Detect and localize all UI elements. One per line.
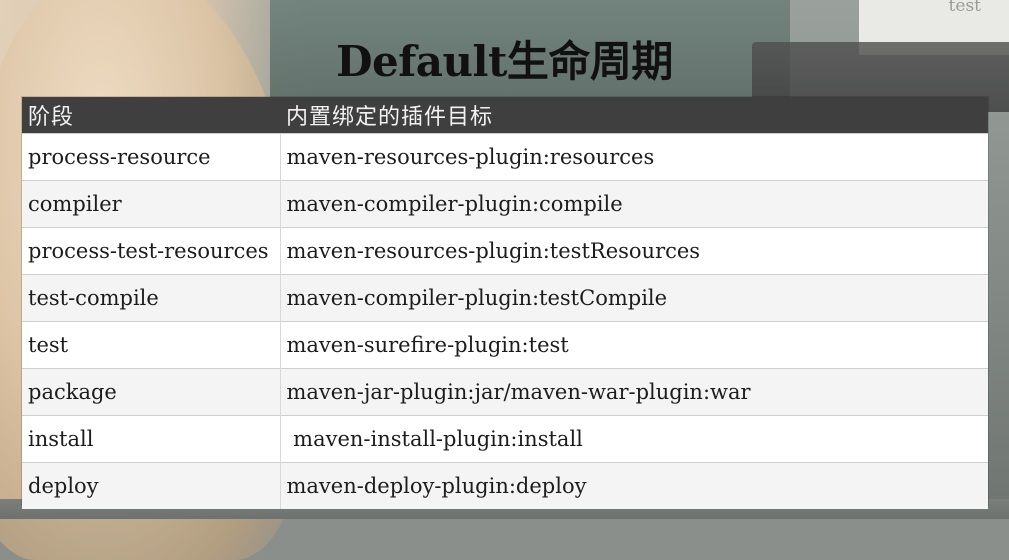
table-row: process-test-resources maven-resources-p… (22, 227, 988, 275)
header-plugin-goal: 内置绑定的插件目标 (280, 97, 988, 134)
lifecycle-table-container: 阶段 内置绑定的插件目标 process-resource maven-reso… (22, 97, 988, 509)
table-row: process-resource maven-resources-plugin:… (22, 133, 988, 181)
plugin-goal-cell: maven-deploy-plugin:deploy (279, 462, 988, 509)
plugin-goal-cell: maven-install-plugin:install (279, 415, 988, 463)
table-row: install maven-install-plugin:install (22, 415, 988, 463)
plugin-goal-cell: maven-resources-plugin:testResources (279, 227, 988, 275)
table-row: compiler maven-compiler-plugin:compile (22, 180, 988, 228)
phase-cell: test-compile (22, 274, 280, 322)
phase-cell: compiler (22, 180, 280, 228)
plugin-goal-cell: maven-compiler-plugin:compile (279, 180, 988, 228)
plugin-goal-cell: maven-jar-plugin:jar/maven-war-plugin:wa… (279, 368, 988, 416)
header-phase: 阶段 (22, 97, 280, 134)
phase-cell: test (22, 321, 280, 369)
phase-cell: package (22, 368, 280, 416)
table-row: test-compile maven-compiler-plugin:testC… (22, 274, 988, 322)
table-header-row: 阶段 内置绑定的插件目标 (22, 97, 988, 134)
background-corner-text: test (948, 0, 981, 16)
phase-cell: process-resource (22, 133, 280, 181)
plugin-goal-cell: maven-surefire-plugin:test (279, 321, 988, 369)
phase-cell: install (22, 415, 280, 463)
plugin-goal-cell: maven-resources-plugin:resources (279, 133, 988, 181)
table-row: package maven-jar-plugin:jar/maven-war-p… (22, 368, 988, 416)
phase-cell: process-test-resources (22, 227, 280, 275)
table-row: deploy maven-deploy-plugin:deploy (22, 462, 988, 509)
slide-title: Default生命周期 (336, 37, 673, 86)
table-row: test maven-surefire-plugin:test (22, 321, 988, 369)
phase-cell: deploy (22, 462, 280, 509)
plugin-goal-cell: maven-compiler-plugin:testCompile (279, 274, 988, 322)
lifecycle-table: 阶段 内置绑定的插件目标 process-resource maven-reso… (22, 97, 988, 509)
